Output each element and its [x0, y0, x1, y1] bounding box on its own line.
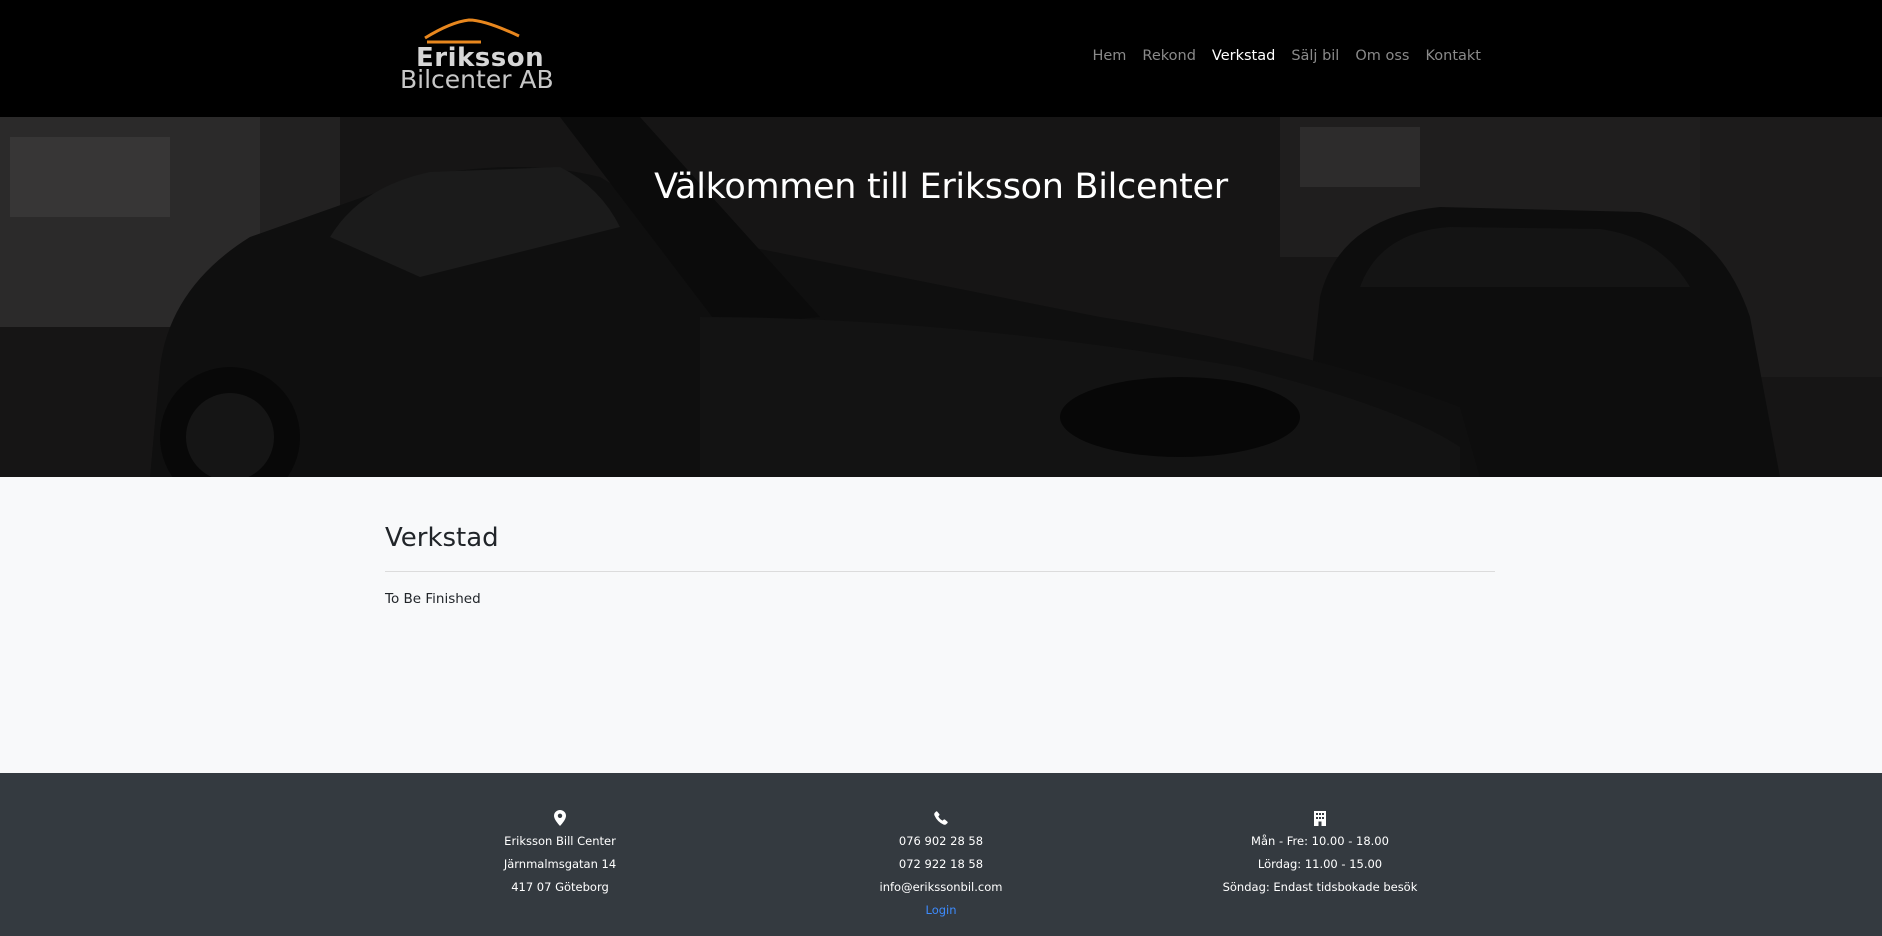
phone-icon — [934, 811, 948, 825]
footer-address: Eriksson Bill Center Järnmalmsgatan 14 4… — [410, 807, 710, 899]
car-roof-logo-icon — [424, 18, 520, 44]
page-body-text: To Be Finished — [385, 591, 481, 607]
nav-verkstad[interactable]: Verkstad — [1204, 48, 1283, 64]
nav-hem[interactable]: Hem — [1084, 48, 1134, 64]
nav-kontakt[interactable]: Kontakt — [1417, 48, 1489, 64]
footer: Eriksson Bill Center Järnmalmsgatan 14 4… — [0, 773, 1882, 936]
hours-line: Mån - Fre: 10.00 - 18.00 — [1251, 834, 1389, 848]
brand-subtitle: Bilcenter AB — [400, 65, 554, 94]
main-content: Verkstad To Be Finished — [0, 477, 1882, 773]
brand-logo[interactable]: Eriksson Bilcenter AB — [399, 14, 559, 96]
address-line: 417 07 Göteborg — [511, 880, 609, 894]
footer-contact: 076 902 28 58 072 922 18 58 info@eriksso… — [791, 807, 1091, 922]
phone-number[interactable]: 076 902 28 58 — [791, 830, 1091, 853]
phone-number[interactable]: 072 922 18 58 — [791, 853, 1091, 876]
nav-om-oss[interactable]: Om oss — [1347, 48, 1417, 64]
page-title: Verkstad — [385, 523, 499, 553]
email-link[interactable]: info@erikssonbil.com — [791, 876, 1091, 899]
divider — [385, 571, 1495, 572]
footer-hours: Mån - Fre: 10.00 - 18.00 Lördag: 11.00 -… — [1170, 807, 1470, 899]
address-line: Eriksson Bill Center — [504, 834, 616, 848]
nav-rekond[interactable]: Rekond — [1134, 48, 1204, 64]
login-link[interactable]: Login — [925, 903, 956, 917]
hours-line: Söndag: Endast tidsbokade besök — [1222, 880, 1418, 894]
hero-banner: Välkommen till Eriksson Bilcenter — [0, 117, 1882, 477]
map-pin-icon — [554, 810, 566, 826]
navbar: Eriksson Bilcenter AB Hem Rekond Verksta… — [0, 0, 1882, 117]
main-nav: Hem Rekond Verkstad Sälj bil Om oss Kont… — [1084, 48, 1489, 64]
hours-line: Lördag: 11.00 - 15.00 — [1257, 857, 1383, 871]
nav-salj-bil[interactable]: Sälj bil — [1283, 48, 1347, 64]
hero-title: Välkommen till Eriksson Bilcenter — [654, 167, 1228, 207]
address-line: Järnmalmsgatan 14 — [503, 857, 617, 871]
building-icon — [1314, 810, 1326, 826]
